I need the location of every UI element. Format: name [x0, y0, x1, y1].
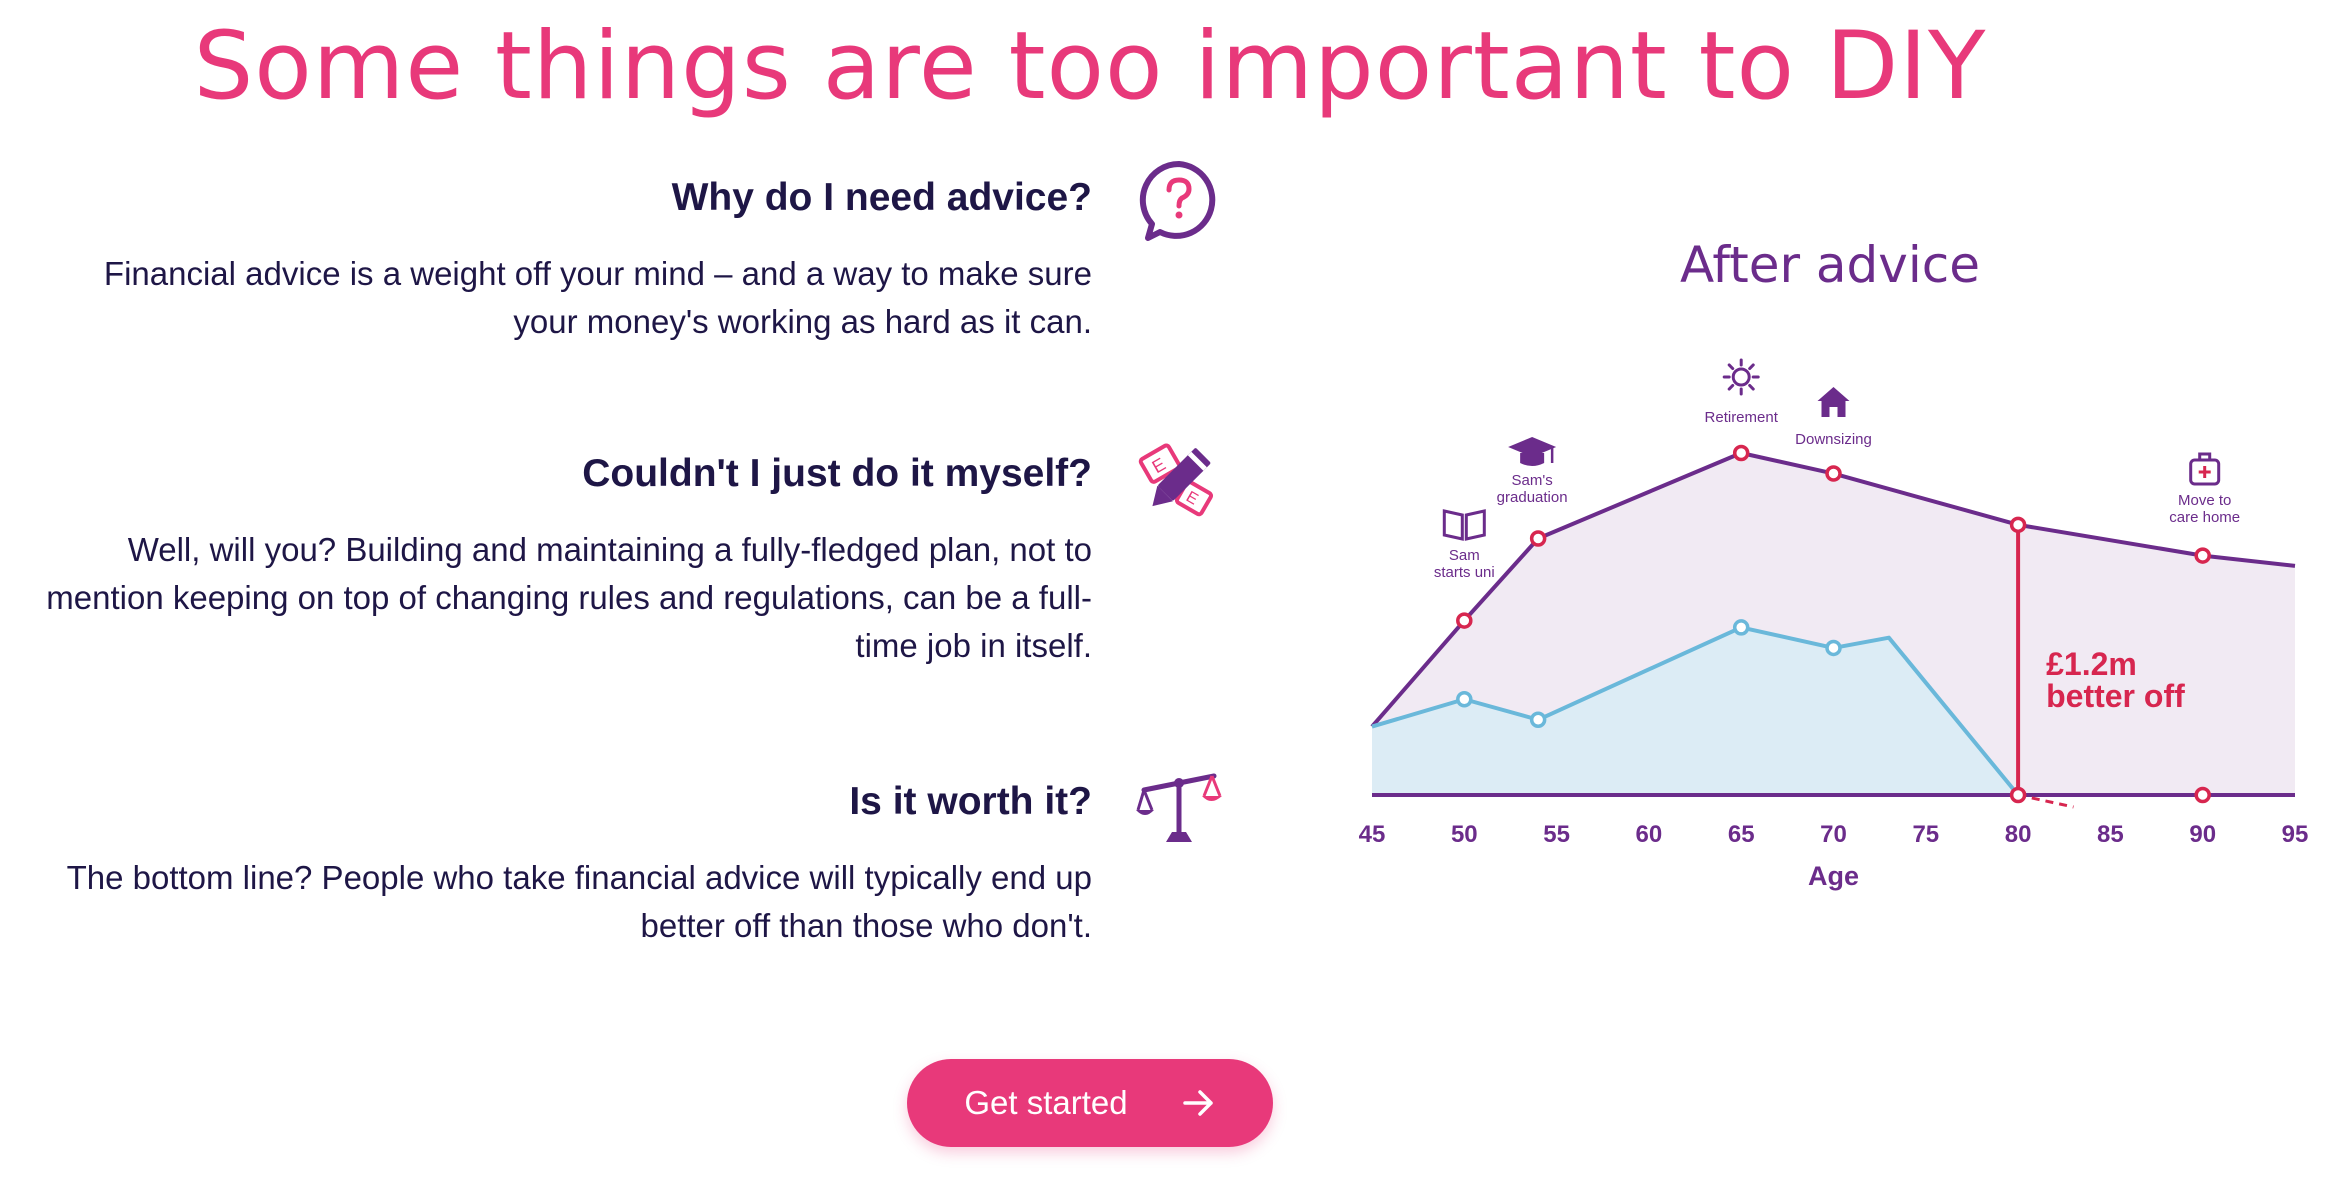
faq-question: Couldn't I just do it myself? — [582, 452, 1092, 495]
data-point — [1529, 711, 1547, 729]
x-axis-label: Age — [1808, 861, 1859, 891]
data-point — [1456, 690, 1473, 708]
after-advice-chart: £1.2m better off45 50 55 60 65 70 75 80 85 90 95Age… — [1359, 358, 2309, 891]
faq-answer: The bottom line? People who take financi… — [66, 859, 1092, 944]
faq-answer: Financial advice is a weight off your mi… — [103, 255, 1092, 340]
faq-item-worth-it: Is it worth it? The bottom line? People … — [32, 780, 1092, 950]
scales-icon — [1136, 762, 1222, 848]
chart-title: After advice — [1679, 236, 1981, 294]
faq-item-why-advice: Why do I need advice? Financial advice i… — [32, 176, 1092, 346]
x-tick-label: 95 — [2282, 821, 2309, 848]
data-point — [2009, 516, 2027, 534]
pencil-paper-icon: E E — [1136, 436, 1222, 522]
x-tick-label: 70 — [1820, 821, 1847, 848]
x-tick-label: 90 — [2189, 821, 2216, 848]
data-point — [1529, 530, 1547, 547]
milestone-label: Sam starts uni — [1434, 547, 1495, 581]
milestone-label: Downsizing — [1795, 431, 1872, 448]
x-tick-label: 60 — [1636, 821, 1663, 848]
get-started-label: Get started — [964, 1084, 1128, 1121]
data-point — [1456, 612, 1473, 629]
data-point — [1825, 639, 1842, 657]
x-tick-label: 80 — [2005, 821, 2032, 848]
x-tick-label: 75 — [1912, 821, 1939, 848]
question-speech-bubble-icon — [1136, 158, 1222, 244]
data-point — [1825, 465, 1842, 482]
graduation-cap-icon — [1508, 437, 1557, 466]
faq-question: Is it worth it? — [849, 780, 1092, 823]
data-point — [1732, 444, 1750, 462]
x-tick-label: 50 — [1451, 821, 1478, 848]
sun-icon — [1722, 358, 1760, 396]
x-tick-label: 65 — [1728, 821, 1755, 848]
milestone-label: Sam's graduation — [1497, 472, 1568, 506]
faq-item-diy: Couldn't I just do it myself? Well, will… — [32, 452, 1092, 670]
milestone-label: Retirement — [1705, 409, 1779, 426]
data-point — [2194, 547, 2211, 564]
data-point — [1732, 619, 1750, 636]
page-headline: Some things are too important to DIY — [193, 12, 1987, 121]
x-tick-label: 55 — [1543, 821, 1570, 848]
milestone-label: Move to care home — [2169, 492, 2240, 526]
baseline-point — [2009, 786, 2027, 804]
medical-kit-icon — [2189, 452, 2221, 486]
house-icon — [1817, 387, 1850, 417]
arrow-right-icon — [1182, 1090, 1213, 1116]
open-book-icon — [1442, 509, 1486, 541]
baseline-point — [2194, 786, 2211, 804]
x-tick-label: 45 — [1359, 821, 1386, 848]
x-tick-label: 85 — [2097, 821, 2124, 848]
faq-answer: Well, will you? Building and maintaining… — [46, 531, 1092, 664]
get-started-button[interactable]: Get started — [907, 1059, 1273, 1147]
faq-question: Why do I need advice? — [671, 176, 1092, 219]
